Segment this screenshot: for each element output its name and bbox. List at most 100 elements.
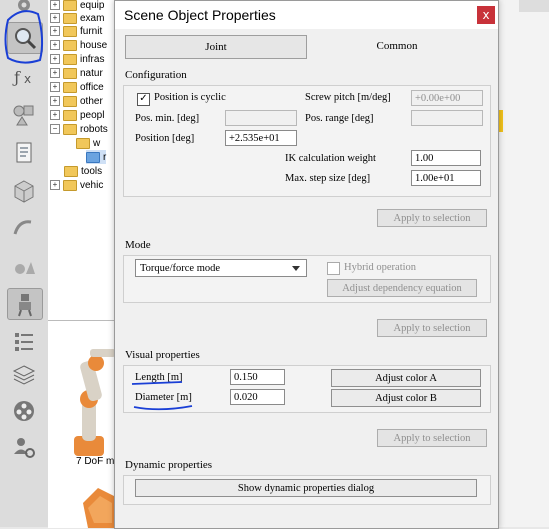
diameter-label: Diameter [m]: [135, 392, 192, 403]
folder-icon: [63, 12, 77, 24]
screw-pitch-field[interactable]: +0.00e+00: [411, 90, 483, 106]
path-icon[interactable]: [7, 212, 41, 242]
expand-icon[interactable]: +: [50, 54, 60, 64]
svg-text:ƒ: ƒ: [12, 68, 21, 87]
hybrid-label: Hybrid operation: [344, 262, 417, 273]
configuration-heading: Configuration: [125, 69, 187, 81]
folder-icon: [63, 179, 77, 191]
scene-object-properties-dialog: Scene Object Properties x Joint Common C…: [114, 0, 499, 529]
folder-icon: [63, 123, 77, 135]
folder-icon: [76, 137, 90, 149]
tree-item[interactable]: + other: [50, 94, 103, 108]
list-icon[interactable]: [7, 326, 41, 356]
adjust-color-a-button[interactable]: Adjust color A: [331, 369, 481, 387]
length-label: Length [m]: [135, 372, 183, 383]
adjust-color-b-button[interactable]: Adjust color B: [331, 389, 481, 407]
folder-icon: [64, 165, 78, 177]
cube-icon[interactable]: [7, 176, 41, 206]
layers-icon[interactable]: [7, 360, 41, 390]
pos-range-label: Pos. range [deg]: [305, 113, 374, 124]
expand-icon[interactable]: +: [50, 40, 60, 50]
tree-item[interactable]: w: [76, 136, 100, 150]
object-properties-button[interactable]: [7, 22, 43, 54]
tree-item[interactable]: + infras: [50, 52, 104, 66]
mode-selected-value: Torque/force mode: [140, 263, 221, 274]
position-label: Position [deg]: [135, 133, 195, 144]
length-field[interactable]: 0.150: [230, 369, 285, 385]
diameter-field[interactable]: 0.020: [230, 389, 285, 405]
robot-part-thumbnail[interactable]: [78, 483, 118, 528]
cyclic-label: Position is cyclic: [154, 92, 226, 103]
expand-icon[interactable]: +: [50, 0, 60, 10]
gear-icon[interactable]: [7, 0, 41, 20]
dynamic-heading: Dynamic properties: [125, 459, 213, 471]
expand-icon[interactable]: +: [50, 13, 60, 23]
tab-common[interactable]: Common: [307, 35, 487, 57]
magnifier-icon: [15, 28, 37, 50]
tree-item[interactable]: + office: [50, 80, 104, 94]
ik-weight-label: IK calculation weight: [285, 153, 376, 164]
ik-weight-field[interactable]: 1.00: [411, 150, 481, 166]
visual-heading: Visual properties: [125, 349, 200, 361]
script-page-icon[interactable]: [7, 138, 41, 168]
expand-icon[interactable]: +: [50, 26, 60, 36]
folder-icon: [63, 95, 77, 107]
mode-dropdown[interactable]: Torque/force mode: [135, 259, 307, 277]
apply-to-selection-button[interactable]: Apply to selection: [377, 429, 487, 447]
folder-icon: [63, 0, 77, 11]
tree-item[interactable]: + vehic: [50, 178, 103, 192]
apply-to-selection-button[interactable]: Apply to selection: [377, 319, 487, 337]
position-field[interactable]: +2.535e+01: [225, 130, 297, 146]
tree-item[interactable]: + house: [50, 38, 107, 52]
model-label[interactable]: 7 DoF m: [76, 456, 114, 467]
tree-item[interactable]: − robots: [50, 122, 108, 136]
tree-item[interactable]: + peopl: [50, 108, 104, 122]
folder-icon: [63, 39, 77, 51]
show-dynamic-properties-button[interactable]: Show dynamic properties dialog: [135, 479, 477, 497]
max-step-label: Max. step size [deg]: [285, 173, 371, 184]
pos-min-field[interactable]: [225, 110, 297, 126]
robot-arm-thumbnail[interactable]: [60, 341, 118, 471]
hybrid-checkbox[interactable]: [327, 262, 340, 275]
folder-icon: [86, 151, 100, 163]
user-settings-icon[interactable]: [7, 432, 41, 462]
tree-item[interactable]: + natur: [50, 66, 103, 80]
function-icon[interactable]: ƒx: [7, 62, 41, 92]
scene-object: [519, 0, 549, 12]
tree-item[interactable]: + exam: [50, 11, 104, 25]
title-bar: Scene Object Properties x: [115, 1, 498, 29]
svg-text:x: x: [24, 72, 31, 86]
adjust-dependency-button[interactable]: Adjust dependency equation: [327, 279, 477, 297]
folder-icon: [63, 25, 77, 37]
scene-hierarchy: + equip + exam + furnit + house + infras + nat…: [48, 0, 119, 320]
expand-icon[interactable]: +: [50, 82, 60, 92]
max-step-field[interactable]: 1.00e+01: [411, 170, 481, 186]
expand-icon[interactable]: +: [50, 180, 60, 190]
expand-icon[interactable]: +: [50, 110, 60, 120]
expand-icon[interactable]: +: [50, 96, 60, 106]
apply-to-selection-button[interactable]: Apply to selection: [377, 209, 487, 227]
model-browser: 7 DoF m: [48, 320, 118, 528]
robot-model-icon[interactable]: [7, 288, 43, 320]
folder-icon: [63, 67, 77, 79]
screw-pitch-label: Screw pitch [m/deg]: [305, 92, 391, 103]
folder-icon: [63, 109, 77, 121]
expand-icon[interactable]: +: [50, 68, 60, 78]
tree-item-selected[interactable]: r: [86, 150, 107, 164]
chevron-down-icon: [292, 266, 300, 271]
tree-item[interactable]: tools: [64, 164, 102, 178]
pos-min-label: Pos. min. [deg]: [135, 113, 200, 124]
close-button[interactable]: x: [477, 6, 495, 24]
scene-view: [497, 0, 549, 527]
tree-item[interactable]: + furnit: [50, 24, 102, 38]
tab-joint[interactable]: Joint: [125, 35, 307, 59]
primitives-icon[interactable]: [7, 252, 41, 282]
expand-icon[interactable]: −: [50, 124, 60, 134]
mode-heading: Mode: [125, 239, 151, 251]
pos-range-field[interactable]: [411, 110, 483, 126]
cyclic-checkbox[interactable]: ✓: [137, 93, 150, 106]
film-reel-icon[interactable]: [7, 396, 41, 426]
shapes-icon[interactable]: [7, 100, 41, 130]
folder-icon: [63, 53, 77, 65]
folder-icon: [63, 81, 77, 93]
